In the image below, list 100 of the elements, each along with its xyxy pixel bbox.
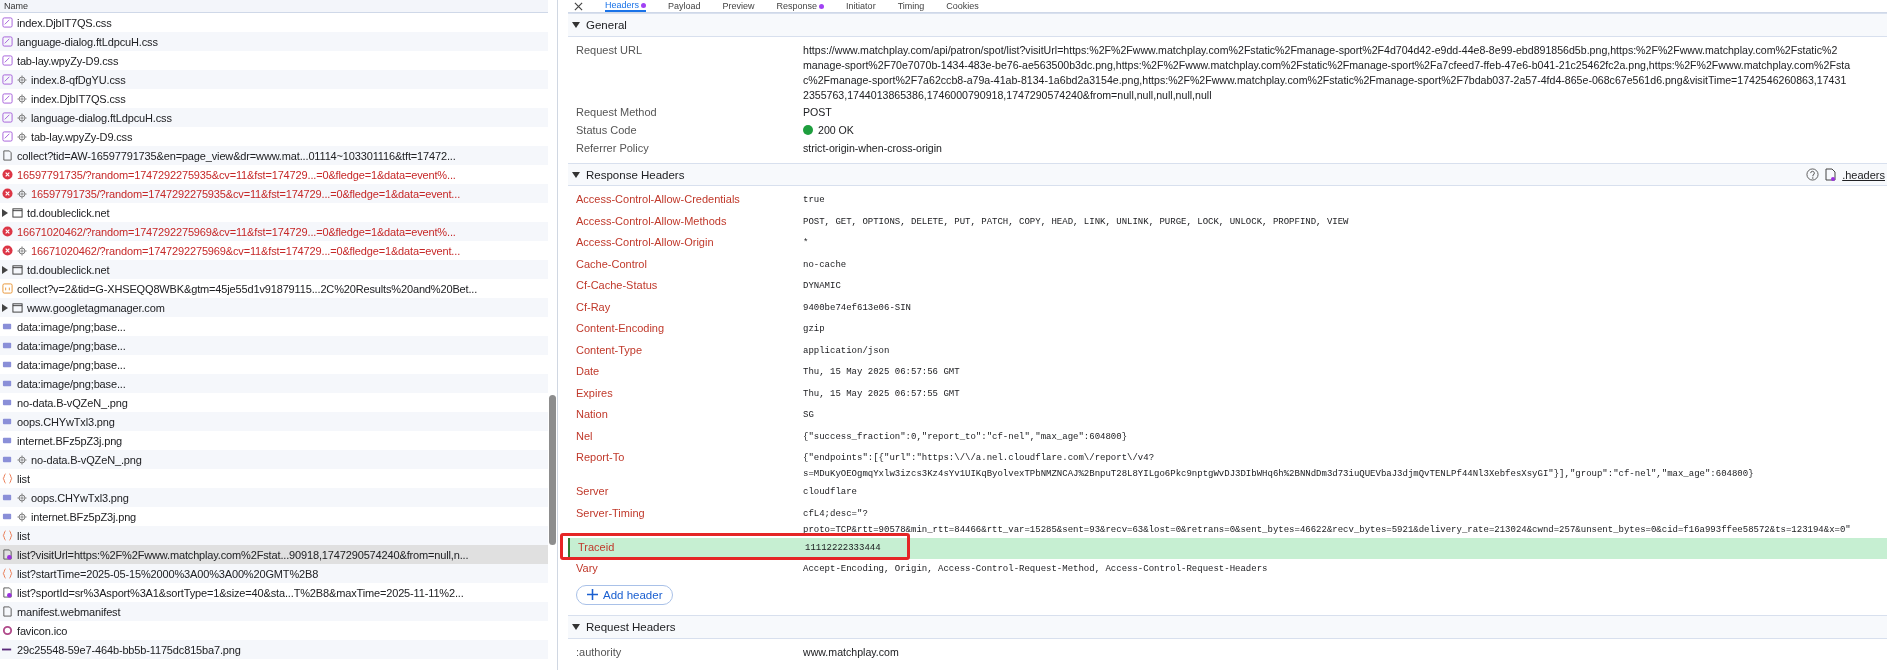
tab[interactable]: Payload (668, 0, 701, 12)
request-row[interactable]: tab-lay.wpyZy-D9.css (0, 51, 548, 70)
request-row[interactable]: 16671020462/?random=1747292275969&cv=11&fst=174729...=0&fledge=1&data=event%... (0, 222, 548, 241)
request-row[interactable]: index.DjbIT7QS.css (0, 13, 548, 32)
request-name: www.googletagmanager.com (27, 301, 165, 314)
image-icon (2, 416, 13, 427)
header-value: no-cache (803, 258, 847, 272)
header-value: {"success_fraction":0,"report_to":"cf-nel","max_age":604800} (803, 430, 1128, 444)
request-row[interactable]: list?visitUrl=https:%2F%2Fwww.matchplay.com%2Fstat...90918,1747290574240&from=null,n... (0, 545, 548, 564)
request-row[interactable]: language-dialog.ftLdpcuH.css (0, 108, 548, 127)
add-header-button[interactable]: Add header (576, 584, 674, 605)
expand-arrow-icon[interactable] (2, 265, 8, 274)
request-row[interactable]: list?startTime=2025-05-15%2000%3A00%3A00%20GMT%2B8 (0, 564, 548, 583)
request-row[interactable]: internet.BFz5pZ3j.png (0, 431, 548, 450)
request-row[interactable]: tab-lay.wpyZy-D9.css (0, 127, 548, 146)
request-name: 16671020462/?random=1747292275969&cv=11&fst=174729...=0&fledge=1&data=event%... (17, 225, 456, 238)
header-name: Content-Type (576, 342, 644, 358)
header-value: * (803, 237, 809, 251)
braces-icon (2, 568, 13, 579)
request-row[interactable]: data:image/png;base... (0, 317, 548, 336)
request-row[interactable]: no-data.B-vQZeN_.png (0, 450, 548, 469)
stylesheet-icon (2, 55, 13, 66)
collapse-arrow-icon[interactable] (572, 171, 580, 178)
header-value: s=MDuKyOEOgmqYxlw3izcs3Kz4sYv1UIKqByolvexTPbNMZNCAJ%2BnpuT28L8YILgo6Pkc9nptgWvDJ3DIbWHq6h%2BNNdDm3d73iuQUEVbaJ3djmQvTENLPf44Nl3XebfesXsyGI"}],"group":"cf-nel","max_age":604800} (803, 468, 1754, 482)
close-icon[interactable] (574, 1, 583, 11)
request-row[interactable]: data:image/png;base... (0, 355, 548, 374)
section-header[interactable]: Response Headers .headers (568, 162, 1887, 187)
section-header[interactable]: Request Headers (568, 614, 1887, 639)
header-value: https://www.matchplay.com/api/patron/spot/list?visitUrl=https:%2F%2Fwww.matchplay.com%2Fstatic%2Fmanage-sport%2F4d704d42-e9dd-44e8-8e99-ebd891856d5b.png,https:%2F%2Fwww.matchplay.com%2Fstatic%2 (803, 42, 1839, 58)
header-value: gzip (803, 323, 825, 337)
header-value: Thu, 15 May 2025 06:57:55 GMT (803, 387, 960, 401)
request-row[interactable]: list (0, 469, 548, 488)
header-name: Access-Control-Allow-Origin (576, 235, 715, 251)
header-value: POST (803, 104, 832, 120)
expand-arrow-icon[interactable] (2, 208, 8, 217)
image-icon (2, 340, 13, 351)
help-icon[interactable] (1806, 168, 1820, 181)
request-row[interactable]: no-data.B-vQZeN_.png (0, 393, 548, 412)
header-name: Content-Encoding (576, 321, 666, 337)
image-icon (2, 492, 13, 503)
header-name: Referrer Policy (576, 140, 650, 156)
header-value: manage-sport%2F70e7070b-1434-483e-be76-ae563500b3dc.png,https:%2F%2Fwww.matchplay.com%2Fstatic%2Fmanage-sport%2Fa7cfeed7-ffeb-47e6-b041-21c25462fc2a.png,https:%2F%2Fwww.matchplay.com%2Fsta (803, 57, 1851, 73)
header-value: 2355763,1744013865386,1746000790918,1747290574240&from=null,null,null,null,null (803, 87, 1213, 103)
image-icon (2, 359, 13, 370)
request-row[interactable]: oops.CHYwTxl3.png (0, 412, 548, 431)
header-name: Access-Control-Allow-Methods (576, 213, 728, 229)
request-name: td.doubleclick.net (27, 206, 110, 219)
script-icon (2, 283, 13, 294)
request-row[interactable]: 16597791735/?random=1747292275935&cv=11&fst=174729...=0&fledge=1&data=event... (0, 184, 548, 203)
request-name: list?visitUrl=https:%2F%2Fwww.matchplay.com%2Fstat...90918,1747290574240&from=null,n... (17, 548, 469, 561)
request-row[interactable]: favicon.ico (0, 621, 548, 640)
request-row[interactable]: collect?v=2&tid=G-XHSEQQ8WBK&gtm=45je55d1v91879115...2C%20Results%20and%20Bet... (0, 279, 548, 298)
request-row[interactable]: manifest.webmanifest (0, 602, 548, 621)
collapse-arrow-icon[interactable] (572, 623, 580, 630)
header-value: SG (803, 409, 814, 423)
tab[interactable]: Initiator (846, 0, 876, 12)
request-name: index.DjbIT7QS.css (31, 92, 126, 105)
file-icon (1825, 168, 1837, 181)
headers-link[interactable]: .headers (1842, 168, 1885, 181)
header-name: Server (576, 484, 610, 500)
request-name: data:image/png;base... (17, 339, 126, 352)
tab[interactable]: Preview (722, 0, 755, 12)
tab[interactable]: Response (776, 0, 825, 12)
request-name: 16597791735/?random=1747292275935&cv=11&fst=174729...=0&fledge=1&data=event... (31, 187, 461, 200)
request-row[interactable]: index.8-qfDgYU.css (0, 70, 548, 89)
header-value: Accept-Encoding, Origin, Access-Control-Request-Method, Access-Control-Request-Headers (803, 563, 1268, 577)
request-row[interactable]: td.doubleclick.net (0, 260, 548, 279)
scrollbar-thumb[interactable] (549, 395, 556, 545)
request-row[interactable]: 16671020462/?random=1747292275969&cv=11&fst=174729...=0&fledge=1&data=event... (0, 241, 548, 260)
request-row[interactable]: list?sportId=sr%3Asport%3A1&sortType=1&size=40&sta...T%2B8&maxTime=2025-11-11%2... (0, 583, 548, 602)
request-row[interactable]: collect?tid=AW-16597791735&en=page_view&dr=www.mat...01114~103301116&tft=17472... (0, 146, 548, 165)
request-row[interactable]: index.DjbIT7QS.css (0, 89, 548, 108)
request-row[interactable]: 29c25548-59e7-464b-bb5b-1175dc815ba7.png (0, 640, 548, 659)
request-row[interactable]: data:image/png;base... (0, 374, 548, 393)
tab[interactable]: Cookies (946, 0, 979, 12)
request-row[interactable]: internet.BFz5pZ3j.png (0, 507, 548, 526)
header-value: www.matchplay.com (803, 644, 899, 660)
collapse-arrow-icon[interactable] (572, 21, 580, 28)
header-value: Thu, 15 May 2025 06:57:56 GMT (803, 366, 960, 380)
request-row[interactable]: www.googletagmanager.com (0, 298, 548, 317)
column-header[interactable]: Name (4, 1, 28, 11)
section-header[interactable]: General (568, 13, 1887, 37)
request-row[interactable]: list (0, 526, 548, 545)
request-row[interactable]: data:image/png;base... (0, 336, 548, 355)
header-name: Vary (576, 561, 599, 577)
header-value: 9400be74ef613e06-SIN (803, 301, 912, 315)
request-row[interactable]: 16597791735/?random=1747292275935&cv=11&fst=174729...=0&fledge=1&data=event%... (0, 165, 548, 184)
tab[interactable]: Timing (897, 0, 925, 12)
image-icon (2, 378, 13, 389)
image-icon (2, 321, 13, 332)
stylesheet-icon (2, 17, 13, 28)
request-row[interactable]: oops.CHYwTxl3.png (0, 488, 548, 507)
request-row[interactable]: language-dialog.ftLdpcuH.css (0, 32, 548, 51)
header-name: Cf-Cache-Status (576, 278, 659, 294)
header-name: Request Method (576, 104, 658, 120)
header-value: {"endpoints":[{"url":"https:\/\/a.nel.cloudflare.com\/report\/v4? (803, 452, 1156, 466)
expand-arrow-icon[interactable] (2, 303, 8, 312)
header-name: Traceid (578, 539, 616, 555)
request-name: tab-lay.wpyZy-D9.css (17, 54, 119, 67)
request-row[interactable]: td.doubleclick.net (0, 203, 548, 222)
